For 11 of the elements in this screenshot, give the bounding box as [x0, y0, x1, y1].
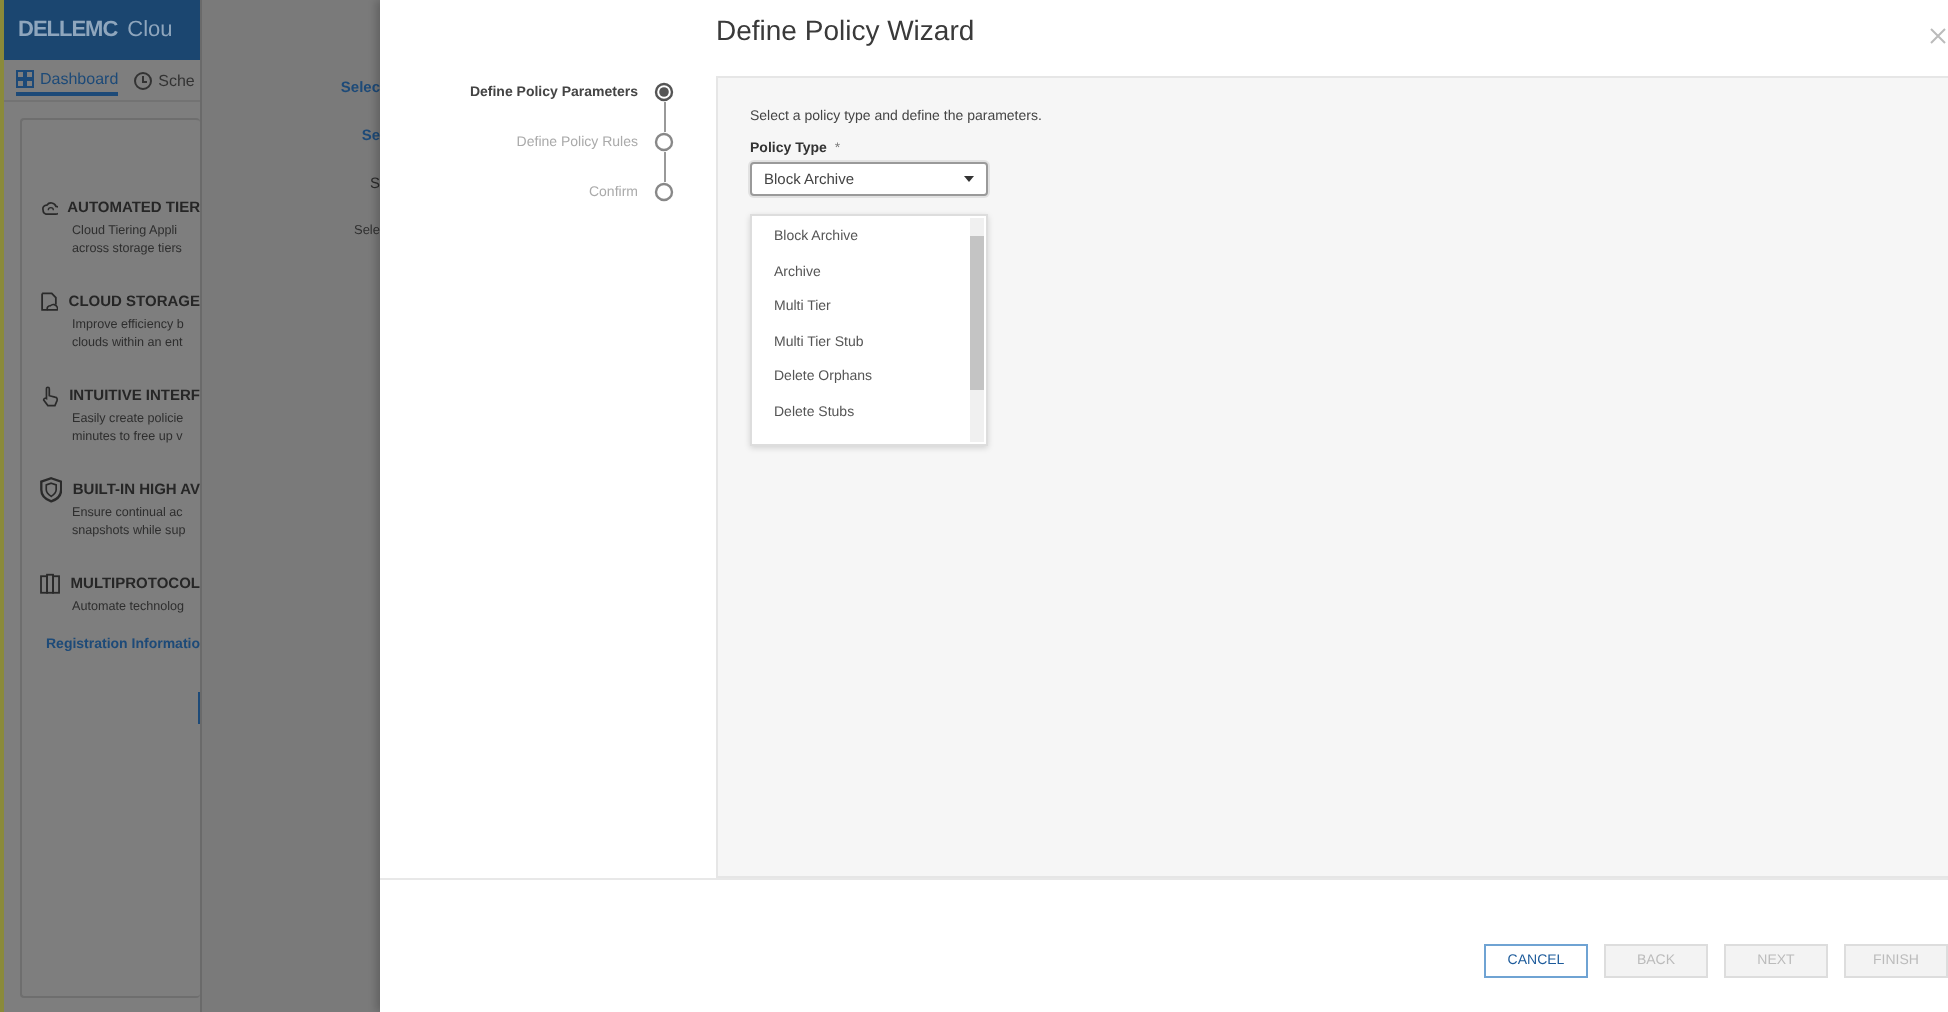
- caret-icon: [964, 176, 974, 182]
- close-icon: [1930, 28, 1946, 44]
- dialog-title: Define Policy Wizard: [716, 14, 975, 50]
- server-stack-icon: [38, 568, 61, 598]
- clock-icon: [134, 71, 153, 89]
- brand-logo: DELLEMC: [18, 18, 118, 42]
- pointing-hand-icon: [38, 380, 60, 410]
- grid-icon: [16, 69, 34, 87]
- shield-icon: [38, 474, 63, 504]
- product-name: Clou: [127, 18, 173, 42]
- scrollbar[interactable]: [970, 218, 984, 442]
